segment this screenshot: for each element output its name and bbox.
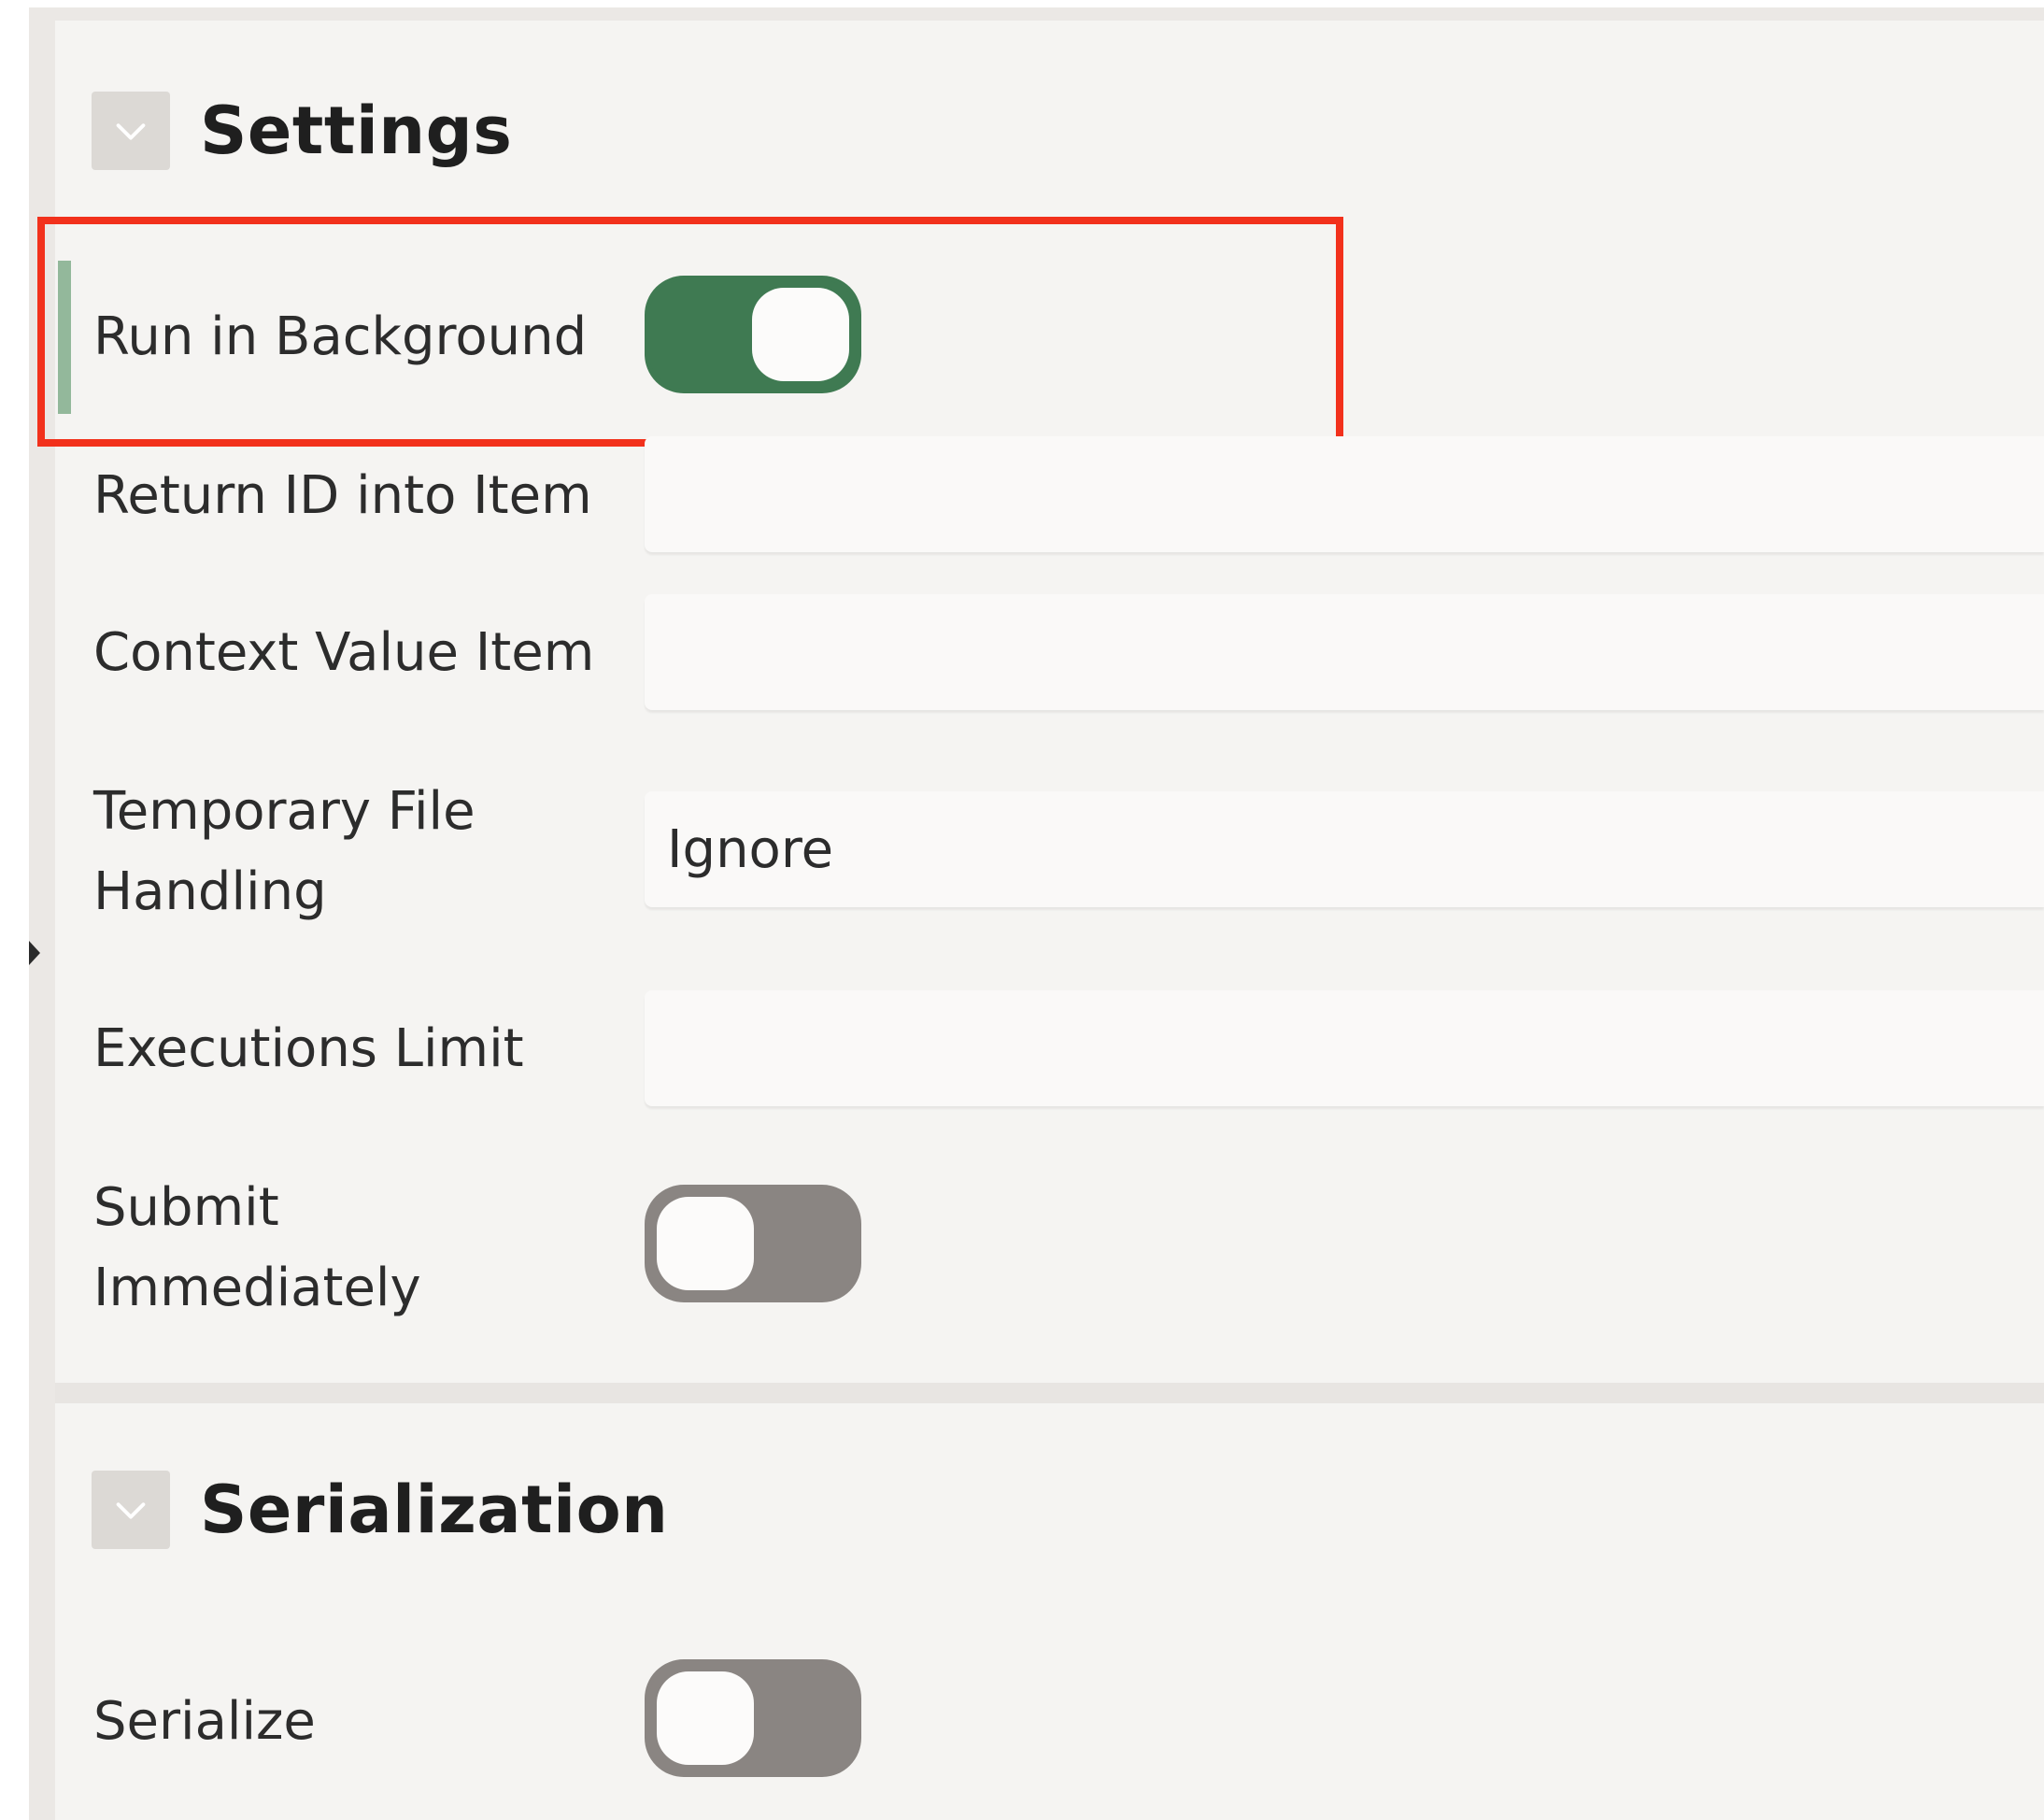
executions-limit-field[interactable] <box>645 990 2044 1106</box>
submit-immediately-toggle[interactable] <box>645 1185 861 1302</box>
serialization-title: Serialization <box>200 1472 669 1548</box>
temporary-file-handling-label-line1: Temporary File <box>93 781 476 842</box>
submit-immediately-label-line1: Submit <box>93 1177 279 1238</box>
return-id-into-item-field[interactable] <box>645 436 2044 552</box>
serialize-label: Serialize <box>93 1691 316 1752</box>
settings-title: Settings <box>200 92 513 169</box>
submit-immediately-label-line2: Immediately <box>93 1258 421 1318</box>
chevron-down-icon[interactable] <box>92 1471 170 1549</box>
context-value-item-field[interactable] <box>645 594 2044 710</box>
temporary-file-handling-value: Ignore <box>667 818 834 880</box>
serialize-toggle[interactable] <box>645 1659 861 1777</box>
chevron-down-icon[interactable] <box>92 92 170 170</box>
context-value-item-label: Context Value Item <box>93 622 595 683</box>
executions-limit-label: Executions Limit <box>93 1018 524 1079</box>
temporary-file-handling-select[interactable]: Ignore <box>645 791 2044 907</box>
submit-immediately-label: Submit Immediately <box>93 1168 421 1329</box>
toggle-knob <box>657 1671 754 1765</box>
temporary-file-handling-label-line2: Handling <box>93 861 327 922</box>
top-edge <box>29 7 2044 21</box>
settings-header[interactable]: Settings <box>92 92 512 170</box>
return-id-into-item-label: Return ID into Item <box>93 465 592 526</box>
property-editor: Settings Run in Background Return ID int… <box>0 0 2044 1820</box>
panel-collapse-icon[interactable] <box>29 941 40 965</box>
highlight-annotation <box>37 217 1343 447</box>
serialization-header[interactable]: Serialization <box>92 1471 669 1549</box>
toggle-knob <box>657 1197 754 1290</box>
temporary-file-handling-label: Temporary File Handling <box>93 772 476 932</box>
section-divider <box>55 1383 2044 1403</box>
serialization-section <box>55 1403 2044 1820</box>
